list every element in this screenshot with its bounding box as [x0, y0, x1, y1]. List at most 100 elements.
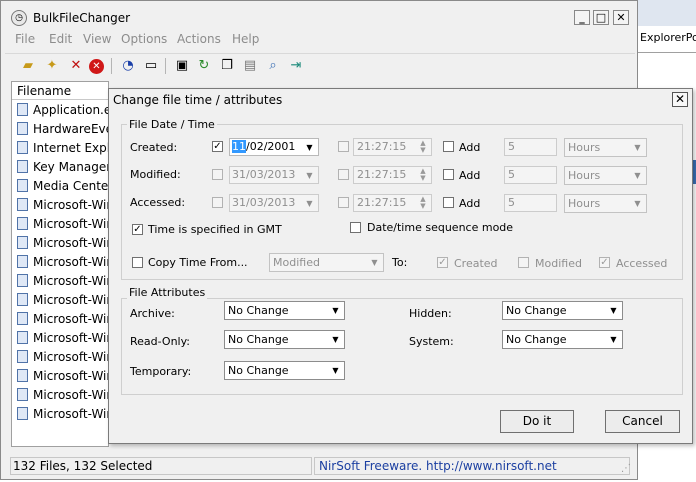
temporary-select[interactable]: No Change ▼ [224, 361, 345, 380]
menu-help[interactable]: Help [232, 32, 259, 46]
file-icon [17, 179, 28, 192]
remove-all-icon[interactable]: ✕ [89, 59, 104, 74]
toolbar-separator [165, 58, 166, 74]
chevron-down-icon: ▼ [306, 171, 313, 180]
toolbar-separator [111, 58, 112, 74]
title-bar: ◷ BulkFileChanger _ □ ✕ [1, 1, 637, 31]
list-item[interactable]: Internet Explor [17, 139, 108, 158]
properties-icon[interactable]: ▤ [241, 57, 259, 75]
copy-to-accessed-checkbox[interactable]: ✓ [599, 257, 610, 268]
list-item[interactable]: Microsoft-Win [17, 272, 108, 291]
change-file-time-dialog: Change file time / attributes ✕ File Dat… [108, 88, 693, 444]
modified-time-checkbox[interactable] [338, 169, 349, 180]
accessed-checkbox[interactable] [212, 197, 223, 208]
do-it-button[interactable]: Do it [500, 410, 574, 433]
close-button[interactable]: ✕ [613, 10, 629, 25]
read-only-label: Read-Only: [130, 335, 191, 348]
add-files-icon[interactable]: ✦ [43, 57, 61, 75]
list-item[interactable]: Media Center. [17, 177, 108, 196]
list-item[interactable]: Microsoft-Win [17, 348, 108, 367]
accessed-time-checkbox[interactable] [338, 197, 349, 208]
copy-time-checkbox[interactable] [132, 257, 143, 268]
window-icon[interactable]: ▭ [142, 57, 160, 75]
accessed-date-picker[interactable]: 31/03/2013 ▼ [229, 194, 319, 212]
status-credit-link[interactable]: NirSoft Freeware. http://www.nirsoft.net [314, 457, 630, 475]
file-icon [17, 217, 28, 230]
gmt-checkbox[interactable]: ✓ [132, 224, 143, 235]
menu-options[interactable]: Options [121, 32, 167, 46]
list-item[interactable]: Microsoft-Win [17, 196, 108, 215]
list-item[interactable]: Application.ev [17, 101, 108, 120]
background-window-tab[interactable]: ExplorerPo [640, 31, 696, 44]
created-checkbox[interactable]: ✓ [212, 141, 223, 152]
copy-to-modified-checkbox[interactable] [518, 257, 529, 268]
copy-icon[interactable]: ❐ [218, 57, 236, 75]
file-list[interactable]: Filename Application.ev HardwareEven Int… [11, 81, 109, 447]
modified-add-unit-select[interactable]: Hours ▼ [564, 166, 647, 185]
list-item[interactable]: Microsoft-Win [17, 291, 108, 310]
accessed-add-unit-select[interactable]: Hours ▼ [564, 194, 647, 213]
chevron-down-icon: ▼ [610, 335, 617, 344]
sequence-mode-checkbox[interactable] [350, 222, 361, 233]
copy-to-created-checkbox[interactable]: ✓ [437, 257, 448, 268]
created-time-field[interactable]: 21:27:15 ▲ ▼ [353, 138, 432, 156]
clock-icon[interactable]: ◔ [119, 57, 137, 75]
created-time-checkbox[interactable] [338, 141, 349, 152]
list-item[interactable]: Microsoft-Win [17, 329, 108, 348]
list-item[interactable]: Microsoft-Win [17, 367, 108, 386]
accessed-add-checkbox[interactable] [443, 197, 454, 208]
file-icon [17, 141, 28, 154]
hidden-select[interactable]: No Change ▼ [502, 301, 623, 320]
modified-add-amount[interactable]: 5 [504, 166, 557, 184]
open-folder-icon[interactable]: ▰ [19, 57, 37, 75]
gmt-label: Time is specified in GMT [148, 223, 282, 236]
menu-edit[interactable]: Edit [49, 32, 72, 46]
maximize-button[interactable]: □ [593, 10, 609, 25]
file-icon [17, 274, 28, 287]
copy-time-source-select[interactable]: Modified ▼ [269, 253, 384, 272]
list-item[interactable]: Microsoft-Win [17, 234, 108, 253]
modified-time-field[interactable]: 21:27:15 ▲ ▼ [353, 166, 432, 184]
cancel-button[interactable]: Cancel [605, 410, 680, 433]
accessed-time-field[interactable]: 21:27:15 ▲ ▼ [353, 194, 432, 212]
list-item[interactable]: Microsoft-Win [17, 405, 108, 424]
file-icon [17, 407, 28, 420]
list-item[interactable]: Key Managem [17, 158, 108, 177]
background-window-titlebar [636, 0, 696, 26]
modified-date-picker[interactable]: 31/03/2013 ▼ [229, 166, 319, 184]
delete-icon[interactable]: ✕ [67, 57, 85, 75]
created-add-amount[interactable]: 5 [504, 138, 557, 156]
created-add-label: Add [459, 141, 481, 154]
list-item[interactable]: Microsoft-Win [17, 310, 108, 329]
save-icon[interactable]: ▣ [173, 57, 191, 75]
created-date-picker[interactable]: 11/02/2001 ▼ [229, 138, 319, 156]
file-icon [17, 350, 28, 363]
minimize-button[interactable]: _ [574, 10, 590, 25]
column-header-filename[interactable]: Filename [12, 82, 108, 100]
refresh-icon[interactable]: ↻ [195, 57, 213, 75]
created-add-unit-select[interactable]: Hours ▼ [564, 138, 647, 157]
accessed-add-amount[interactable]: 5 [504, 194, 557, 212]
system-select[interactable]: No Change ▼ [502, 330, 623, 349]
list-item[interactable]: Microsoft-Win [17, 253, 108, 272]
created-label: Created: [130, 141, 178, 154]
modified-add-checkbox[interactable] [443, 169, 454, 180]
file-attributes-group-label: File Attributes [127, 286, 208, 299]
menu-file[interactable]: File [15, 32, 35, 46]
menu-view[interactable]: View [83, 32, 111, 46]
dialog-close-button[interactable]: ✕ [672, 92, 688, 107]
resize-grip-icon[interactable]: ⋰ [621, 463, 631, 474]
read-only-select[interactable]: No Change ▼ [224, 330, 345, 349]
created-add-checkbox[interactable] [443, 141, 454, 152]
chevron-down-icon: ▼ [610, 306, 617, 315]
list-item[interactable]: Microsoft-Win [17, 215, 108, 234]
list-item[interactable]: Microsoft-Win [17, 386, 108, 405]
exit-icon[interactable]: ⇥ [287, 57, 305, 75]
copy-to-modified-label: Modified [535, 257, 582, 270]
file-icon [17, 331, 28, 344]
list-item[interactable]: HardwareEven [17, 120, 108, 139]
modified-checkbox[interactable] [212, 169, 223, 180]
menu-actions[interactable]: Actions [177, 32, 221, 46]
archive-select[interactable]: No Change ▼ [224, 301, 345, 320]
find-icon[interactable]: ⌕ [264, 57, 282, 75]
